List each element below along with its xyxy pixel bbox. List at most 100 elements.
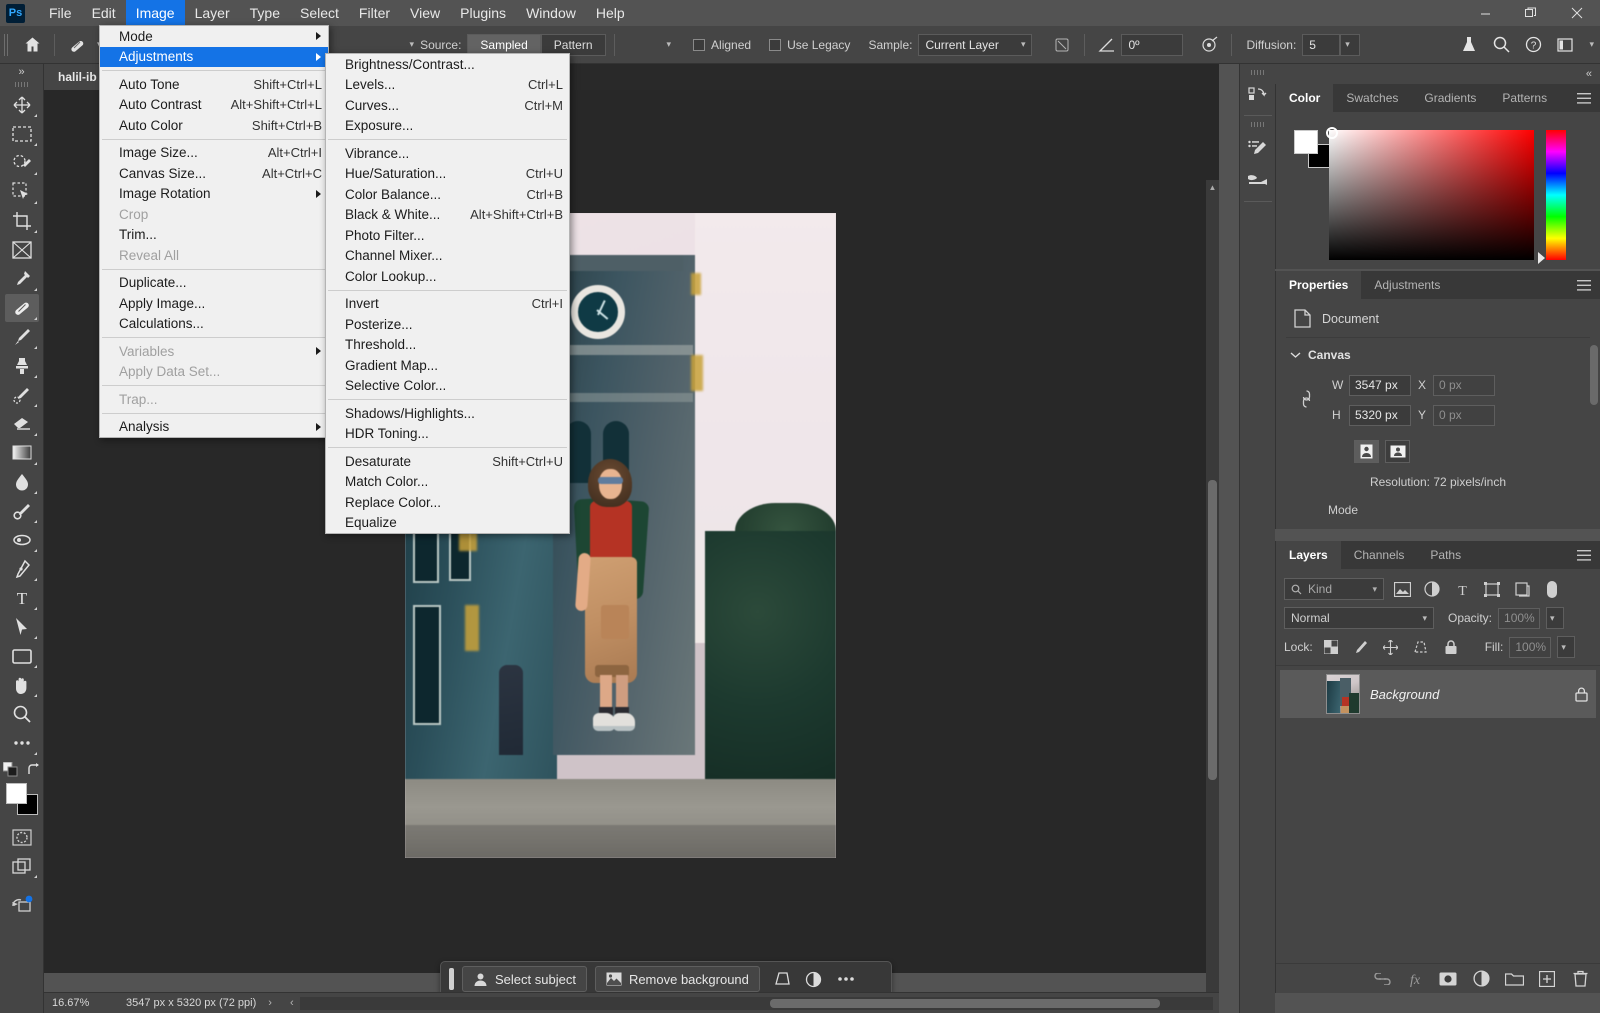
maximize-restore-button[interactable] <box>1508 0 1554 26</box>
tab-channels[interactable]: Channels <box>1341 541 1418 569</box>
ignore-adjustment-layers-icon[interactable] <box>1048 32 1076 58</box>
image-menu-item-trim[interactable]: Trim... <box>100 225 328 246</box>
transform-icon[interactable] <box>768 966 796 992</box>
path-selection-tool[interactable] <box>5 613 39 641</box>
new-layer-icon[interactable] <box>1532 966 1562 992</box>
menu-plugins[interactable]: Plugins <box>450 0 516 26</box>
workspace-caret-icon[interactable]: ▾ <box>1589 39 1594 50</box>
layer-filter-select[interactable]: Kind ▾ <box>1284 578 1384 600</box>
default-colors-icon[interactable] <box>2 762 18 777</box>
history-panel-icon[interactable] <box>1240 79 1274 113</box>
adjustments-menu-item-replace-color[interactable]: Replace Color... <box>326 492 569 513</box>
dock-rail-grip[interactable] <box>1250 70 1265 75</box>
diffusion-field[interactable]: 5 <box>1302 33 1341 56</box>
adjustments-menu-item-invert[interactable]: Invert Ctrl+I <box>326 294 569 315</box>
eyedropper-tool[interactable] <box>5 265 39 293</box>
filter-shape-icon[interactable] <box>1480 578 1504 600</box>
quick-selection-tool[interactable] <box>5 178 39 206</box>
collapse-panels-button[interactable]: « <box>1275 64 1600 84</box>
adjustments-menu-item-levels[interactable]: Levels... Ctrl+L <box>326 75 569 96</box>
hscroll-left-icon[interactable]: ‹ <box>290 997 294 1009</box>
tab-properties[interactable]: Properties <box>1276 271 1362 299</box>
move-tool[interactable] <box>5 91 39 119</box>
lock-artboard-icon[interactable] <box>1409 636 1433 658</box>
image-menu-item-auto-contrast[interactable]: Auto Contrast Alt+Shift+Ctrl+L <box>100 95 328 116</box>
adjustments-menu-item-exposure[interactable]: Exposure... <box>326 116 569 137</box>
image-menu-item-calculations[interactable]: Calculations... <box>100 314 328 335</box>
menu-window[interactable]: Window <box>516 0 586 26</box>
gradient-tool[interactable] <box>5 439 39 467</box>
adjustments-menu-item-brightness-contrast[interactable]: Brightness/Contrast... <box>326 54 569 75</box>
adjustments-menu-item-channel-mixer[interactable]: Channel Mixer... <box>326 246 569 267</box>
remove-background-button[interactable]: Remove background <box>594 966 760 992</box>
toolbar-grip[interactable] <box>14 82 29 87</box>
history-brush-tool[interactable] <box>5 381 39 409</box>
brush-preset-caret-icon[interactable]: ▾ <box>410 39 415 50</box>
properties-panel-menu-icon[interactable] <box>1577 271 1600 299</box>
properties-scroll-thumb[interactable] <box>1590 345 1598 405</box>
canvas-scroll-thumb[interactable] <box>1208 480 1217 780</box>
select-subject-button[interactable]: Select subject <box>462 966 587 992</box>
rectangular-marquee-tool[interactable] <box>5 120 39 148</box>
image-menu-item-image-size[interactable]: Image Size... Alt+Ctrl+I <box>100 143 328 164</box>
menu-select[interactable]: Select <box>290 0 349 26</box>
zoom-tool[interactable] <box>5 700 39 728</box>
healing-brush-icon[interactable] <box>63 32 91 58</box>
pressure-size-icon[interactable] <box>1195 32 1223 58</box>
blur-tool[interactable] <box>5 468 39 496</box>
add-mask-icon[interactable] <box>1433 966 1463 992</box>
adjustments-menu-item-black-white[interactable]: Black & White... Alt+Shift+Ctrl+B <box>326 205 569 226</box>
eraser-tool[interactable] <box>5 410 39 438</box>
width-field[interactable]: 3547 px <box>1349 374 1411 396</box>
link-layers-icon[interactable] <box>1367 966 1397 992</box>
color-field[interactable] <box>1329 130 1534 260</box>
menu-type[interactable]: Type <box>240 0 290 26</box>
fx-icon[interactable]: fx <box>1400 966 1430 992</box>
menu-edit[interactable]: Edit <box>82 0 126 26</box>
image-menu-item-image-rotation[interactable]: Image Rotation <box>100 184 328 205</box>
height-field[interactable]: 5320 px <box>1349 404 1411 426</box>
filter-pixel-icon[interactable] <box>1390 578 1414 600</box>
tab-color[interactable]: Color <box>1276 84 1334 112</box>
foreground-color-swatch[interactable] <box>5 783 27 804</box>
image-menu-item-adjustments[interactable]: Adjustments <box>100 46 328 67</box>
quick-mask-mode-icon[interactable] <box>5 823 39 851</box>
image-menu-item-mode[interactable]: Mode <box>100 26 328 47</box>
diffusion-caret-icon[interactable]: ▾ <box>1340 33 1361 56</box>
menu-file[interactable]: File <box>39 0 82 26</box>
image-menu-item-auto-color[interactable]: Auto Color Shift+Ctrl+B <box>100 115 328 136</box>
portrait-orientation-button[interactable] <box>1354 440 1379 463</box>
lock-image-pixels-icon[interactable] <box>1349 636 1373 658</box>
edit-toolbar-ellipsis-icon[interactable] <box>5 729 39 757</box>
brush-presets-icon[interactable] <box>1240 165 1274 199</box>
adjustments-menu-item-hue-saturation[interactable]: Hue/Saturation... Ctrl+U <box>326 164 569 185</box>
hue-slider[interactable] <box>1546 130 1566 260</box>
menu-view[interactable]: View <box>400 0 450 26</box>
blend-mode-select[interactable]: Normal ▾ <box>1284 607 1434 629</box>
zoom-level[interactable]: 16.67% <box>44 997 104 1009</box>
clone-stamp-tool[interactable] <box>5 352 39 380</box>
foreground-background-color[interactable] <box>5 783 38 815</box>
tab-swatches[interactable]: Swatches <box>1333 84 1411 112</box>
canvas-section-header[interactable]: Canvas <box>1290 348 1600 362</box>
swap-colors-icon[interactable] <box>27 762 41 777</box>
options-bar-grip[interactable] <box>4 33 10 56</box>
filter-adjustment-icon[interactable] <box>1420 578 1444 600</box>
close-button[interactable] <box>1554 0 1600 26</box>
image-menu-item-auto-tone[interactable]: Auto Tone Shift+Ctrl+L <box>100 74 328 95</box>
more-options-icon[interactable] <box>832 966 860 992</box>
filter-type-icon[interactable]: T <box>1450 578 1474 600</box>
labs-flask-icon[interactable] <box>1455 32 1483 58</box>
adjustments-menu-item-equalize[interactable]: Equalize <box>326 513 569 534</box>
image-menu-item-canvas-size[interactable]: Canvas Size... Alt+Ctrl+C <box>100 163 328 184</box>
horizontal-scrollbar[interactable] <box>299 996 1213 1010</box>
expand-toolbar-icon[interactable]: » <box>0 64 43 80</box>
image-menu[interactable]: Mode Adjustments Auto Tone Shift+Ctrl+L Auto… <box>99 25 329 438</box>
opacity-field[interactable]: 100% <box>1498 607 1541 629</box>
filter-toggle-icon[interactable] <box>1540 578 1564 600</box>
hand-tool[interactable] <box>5 671 39 699</box>
adjustments-submenu[interactable]: Brightness/Contrast... Levels... Ctrl+L Cur… <box>325 53 570 534</box>
dodge-tool[interactable] <box>5 497 39 525</box>
fill-caret-icon[interactable]: ▾ <box>1557 636 1576 658</box>
tab-layers[interactable]: Layers <box>1276 541 1341 569</box>
